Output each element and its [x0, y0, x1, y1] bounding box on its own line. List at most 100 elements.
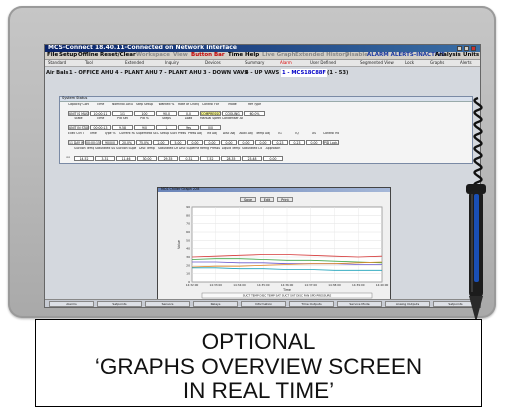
area-tabs: Air Bals 1 - OFFICE AHU 4 - PLANT AHU 7 …	[45, 69, 480, 77]
alarms-button[interactable]: Alarms	[49, 301, 94, 307]
x-tick-label: 14:33:00	[209, 283, 222, 287]
tab-plant-ahu-7[interactable]: 7 - PLANT AHU	[159, 69, 202, 77]
status-value-cell: 11.46	[116, 156, 136, 161]
status-column-header: Condenser Adjustment	[222, 117, 243, 120]
minimize-icon[interactable]	[457, 46, 462, 51]
status-value-cell: 0.00	[204, 140, 220, 145]
status-column-header: Time	[96, 103, 105, 106]
time-outputs-button[interactable]: Time Outputs	[289, 301, 334, 307]
status-column-header: Time	[89, 132, 97, 135]
toolbar-alarm[interactable]: Alarm	[280, 60, 292, 66]
status-value-cell: 9/0	[134, 125, 155, 130]
x-tick-label: 14:36:00	[281, 283, 294, 287]
toolbar-standard[interactable]: Standard	[48, 60, 66, 66]
tab-down-vavs[interactable]: 3 - DOWN VAVS	[203, 69, 248, 77]
menu-view[interactable]: View	[173, 52, 188, 59]
y-tick-label: 80	[186, 213, 190, 217]
menu-setup[interactable]: Setup	[59, 52, 77, 59]
menu-disable[interactable]: Disable	[345, 52, 368, 59]
status-column-header: Control For	[201, 103, 219, 106]
system-status-panel: System Status Capacity Control Mode Time N…	[59, 96, 473, 164]
tab-range[interactable]: (1 - 53)	[327, 69, 348, 77]
toolbar-extended[interactable]: Extended	[125, 60, 144, 66]
y-tick-label: 60	[186, 230, 190, 234]
maximize-icon[interactable]	[464, 46, 469, 51]
status-value-cell: 0.00	[238, 140, 254, 145]
status-value-cell: 0.23	[272, 140, 288, 145]
status-column-header: Suct Press Setpoint	[170, 132, 186, 135]
status-value-cell: 28.35	[221, 156, 241, 161]
caption-box: OPTIONAL ‘GRAPHS OVERVIEW SCREEN IN REAL…	[35, 319, 482, 407]
sensors-button[interactable]: Sensors	[145, 301, 190, 307]
analog-outputs-button[interactable]: Analog Outputs	[385, 301, 430, 307]
menu-time[interactable]: Time	[228, 52, 243, 59]
menu-file[interactable]: File	[47, 52, 58, 59]
toolbar-user-defined[interactable]: User Defined	[310, 60, 336, 66]
toolbar-alerts[interactable]: Alerts	[460, 60, 472, 66]
graph-window-title: MCS Chiller Graph 228	[161, 187, 200, 191]
y-tick-label: 10	[186, 272, 190, 276]
y-tick-label: 70	[186, 222, 190, 226]
toolbar-segmented-view[interactable]: Segmented View	[360, 60, 394, 66]
status-column-header: Capacity Control Mode	[68, 103, 89, 106]
status-column-header: Refrig Pressure	[200, 147, 220, 150]
x-tick-label: 14:34:00	[233, 283, 246, 287]
toolbar-devices[interactable]: Devices	[205, 60, 221, 66]
status-value-cell: 0.00	[263, 156, 283, 161]
y-tick-label: 20	[186, 263, 190, 267]
toolbar-tool[interactable]: Tool	[85, 60, 93, 66]
status-column-header: Pid %	[140, 117, 149, 120]
status-value-cell: 75.0%	[136, 140, 152, 145]
status-column-header: XS	[311, 132, 317, 135]
status-value-cell: 1/1	[112, 111, 133, 116]
menu-reset-clear[interactable]: Reset/Clear	[100, 52, 136, 59]
tablet-screen: MCS-Connect 18.40.11-Connected on Networ…	[44, 44, 481, 308]
relays-button[interactable]: Relays	[193, 301, 238, 307]
menu-help[interactable]: Help	[245, 52, 259, 59]
menu-units[interactable]: Units	[463, 52, 479, 59]
tab-plant-ahu-4[interactable]: 4 - PLANT AHU	[115, 69, 158, 77]
status-value-cell: 7.52	[200, 156, 220, 161]
tab-office-ahu[interactable]: 1 - OFFICE AHU	[69, 69, 114, 77]
toolbar-summary[interactable]: Summary	[245, 60, 264, 66]
status-value-cell: COMPRESSOR STAGE	[200, 111, 221, 116]
status-column-header: State	[74, 117, 83, 120]
menu-extended-history[interactable]: Extended History	[295, 52, 349, 59]
x-tick-label: 14:38:00	[328, 283, 341, 287]
status-column-header: SEC Setup	[153, 132, 169, 135]
menu-analysis[interactable]: Analysis	[435, 52, 461, 59]
menu-workspace[interactable]: Workspace	[136, 52, 170, 59]
toolbar-lock[interactable]: Lock	[405, 60, 414, 66]
status-value-cell: 90.0	[156, 111, 177, 116]
status-column-header: Saturated Suction	[95, 147, 115, 150]
menu-offline[interactable]: Offline	[78, 52, 98, 59]
status-column-header: IG	[278, 132, 282, 135]
menu-alarm-alerts[interactable]: ALARM ALERTS-INACTIVE	[367, 52, 445, 59]
information-button[interactable]: Information	[241, 301, 286, 307]
status-column-header: Current Run/Capt	[119, 132, 135, 135]
toolbar-graphs[interactable]: Graphs	[430, 60, 444, 66]
status-column-header: IQ	[295, 132, 299, 135]
bottom-button-bar: Alarms Setpoints Sensors Relays Informat…	[45, 299, 480, 307]
tab-up-vavs[interactable]: 4 - UP VAVS	[245, 69, 279, 77]
menu-bar: File Setup Offline Reset/Clear Workspace…	[45, 52, 480, 60]
status-value-cell: 23.48	[242, 156, 262, 161]
status-column-header: Press Adj	[187, 132, 202, 135]
toolbar-inquiry[interactable]: Inquiry	[165, 60, 179, 66]
menu-button-bar[interactable]: Button Bar	[191, 52, 225, 59]
status-value-cell: 14.52	[74, 156, 94, 161]
setpoints-button[interactable]: Setpoints	[97, 301, 142, 307]
status-panel-title: System Status	[62, 96, 88, 100]
tab-mcs-controller[interactable]: 1 - MCS18C88F	[281, 69, 327, 77]
x-tick-label: 14:40:00	[376, 283, 389, 287]
area-prefix: Air Bals	[46, 70, 69, 76]
x-tick-label: 14:37:00	[304, 283, 317, 287]
close-icon[interactable]	[471, 46, 476, 51]
status-column-header: Approach	[265, 147, 281, 150]
status-column-header: Saturated Liquid Temp	[242, 147, 262, 150]
menu-live-graph[interactable]: Live Graph	[262, 52, 295, 59]
status-column-header: Manual Speed %	[200, 117, 221, 120]
service-mode-button[interactable]: Service Mode	[337, 301, 382, 307]
status-column-header: Rate of Change	[178, 103, 199, 106]
status-column-header: Mode	[228, 103, 237, 106]
